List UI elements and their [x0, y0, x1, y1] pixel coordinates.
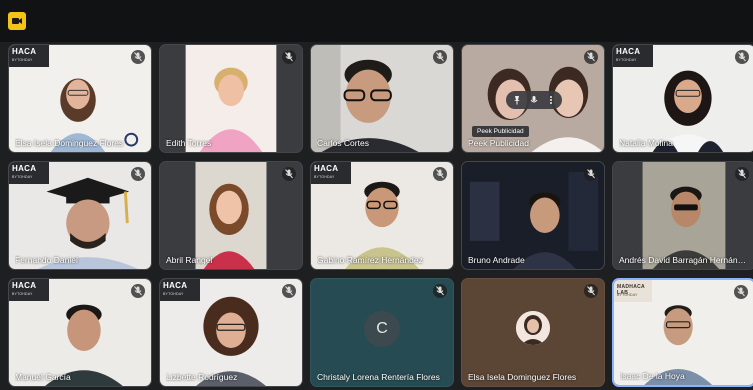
- mic-muted-icon: [433, 284, 447, 298]
- tile-hover-toolbar: [506, 91, 562, 109]
- participant-tile[interactable]: Abril Rangel: [159, 161, 303, 270]
- participants-grid: HACA BYTOHDAY Elsa Isela Dominguez Flores…: [8, 44, 753, 387]
- mic-muted-icon: [584, 167, 598, 181]
- participant-tile-active-speaker[interactable]: MADHACA LAB BYTOHDAY Isaac De la Hoya: [612, 278, 753, 387]
- participant-name: Edith Torres: [166, 138, 212, 148]
- haca-logo: HACA BYTOHDAY: [9, 279, 49, 301]
- participant-tile[interactable]: HACA BYTOHDAY Elsa Isela Dominguez Flores: [8, 44, 152, 153]
- participant-tile[interactable]: Carlos Cortes: [310, 44, 454, 153]
- participant-tile[interactable]: Andrés David Barragán Hernández: [612, 161, 753, 270]
- participant-name: Isaac De la Hoya: [620, 371, 685, 381]
- participant-tile[interactable]: Elsa Isela Dominguez Flores: [461, 278, 605, 387]
- mic-muted-icon: [131, 284, 145, 298]
- participant-name: Abril Rangel: [166, 255, 213, 265]
- participant-name: Andrés David Barragán Hernández: [619, 255, 749, 265]
- participant-name: Carlos Cortes: [317, 138, 369, 148]
- mic-muted-icon: [584, 50, 598, 64]
- participant-tile[interactable]: HACA BYTOHDAY Manuel García: [8, 278, 152, 387]
- video-feed: [613, 162, 753, 269]
- video-feed: [160, 162, 302, 269]
- mic-muted-icon: [433, 167, 447, 181]
- mic-muted-icon: [433, 50, 447, 64]
- participant-name: Bruno Andrade: [468, 255, 525, 265]
- haca-logo: HACA BYTOHDAY: [311, 162, 351, 184]
- participant-name: Natalia Molina: [619, 138, 673, 148]
- participant-name: Manuel García: [15, 372, 71, 382]
- haca-logo: HACA BYTOHDAY: [9, 45, 49, 67]
- participant-tile[interactable]: HACA BYTOHDAY Fernando Daniel: [8, 161, 152, 270]
- haca-logo: HACA BYTOHDAY: [9, 162, 49, 184]
- participant-tile[interactable]: HACA BYTOHDAY Natalia Molina: [612, 44, 753, 153]
- participant-tile[interactable]: Bruno Andrade: [461, 161, 605, 270]
- participant-avatar: [516, 310, 550, 345]
- mic-muted-icon: [282, 284, 296, 298]
- participant-avatar: C: [364, 310, 400, 347]
- haca-logo: HACA BYTOHDAY: [160, 279, 200, 301]
- mic-icon[interactable]: [529, 95, 539, 105]
- video-feed: [160, 45, 302, 152]
- tooltip: Peek Publicidad: [472, 126, 529, 137]
- mic-muted-icon: [584, 284, 598, 298]
- madhaca-lab-logo: MADHACA LAB BYTOHDAY: [614, 280, 652, 302]
- mic-muted-icon: [734, 285, 748, 299]
- more-options-icon[interactable]: [546, 95, 556, 105]
- mic-muted-icon: [735, 167, 749, 181]
- participant-name: Elsa Isela Dominguez Flores: [15, 138, 124, 148]
- video-feed: [462, 162, 604, 269]
- participant-name: Christaly Lorena Rentería Flores: [317, 372, 440, 382]
- mic-muted-icon: [131, 167, 145, 181]
- mic-muted-icon: [735, 50, 749, 64]
- participant-name: Gabino Ramírez Hernández: [317, 255, 423, 265]
- meet-app-icon[interactable]: [8, 12, 26, 30]
- participant-tile[interactable]: Edith Torres: [159, 44, 303, 153]
- participant-name: Elsa Isela Dominguez Flores: [468, 372, 577, 382]
- participant-tile[interactable]: Peek Publicidad Peek Publicidad: [461, 44, 605, 153]
- haca-logo: HACA BYTOHDAY: [613, 45, 653, 67]
- mic-muted-icon: [282, 167, 296, 181]
- video-feed: [311, 45, 453, 152]
- pin-icon[interactable]: [512, 95, 522, 105]
- mic-muted-icon: [131, 50, 145, 64]
- participant-tile[interactable]: HACA BYTOHDAY Lizbette Rodríguez: [159, 278, 303, 387]
- participant-tile[interactable]: C Christaly Lorena Rentería Flores: [310, 278, 454, 387]
- participant-tile[interactable]: HACA BYTOHDAY Gabino Ramírez Hernández: [310, 161, 454, 270]
- mic-muted-icon: [282, 50, 296, 64]
- participant-name: Fernando Daniel: [15, 255, 78, 265]
- participant-name: Lizbette Rodríguez: [166, 372, 238, 382]
- top-bar: [0, 0, 753, 42]
- participant-name: Peek Publicidad: [468, 138, 529, 148]
